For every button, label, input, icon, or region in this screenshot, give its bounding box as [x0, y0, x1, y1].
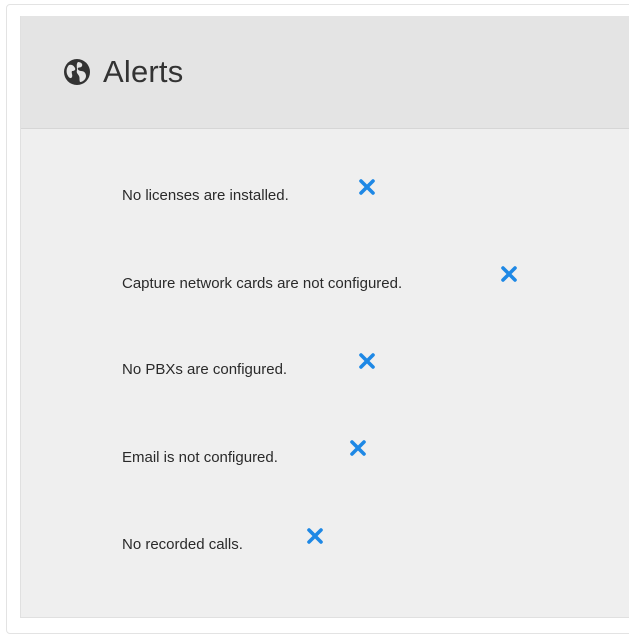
close-icon[interactable]: [498, 263, 520, 285]
alert-text: Capture network cards are not configured…: [122, 274, 403, 292]
globe-icon: [64, 59, 90, 85]
alert-text: No PBXs are configured.: [122, 360, 288, 378]
close-icon[interactable]: [347, 437, 369, 459]
alert-text: No licenses are installed.: [122, 186, 289, 204]
panel-header: Alerts: [21, 16, 629, 129]
alert-item: Email is not configured.: [122, 434, 278, 466]
alert-item: No recorded calls.: [122, 521, 243, 553]
panel-title: Alerts: [103, 54, 184, 89]
alert-item: Capture network cards are not configured…: [122, 260, 403, 292]
alert-item: No licenses are installed.: [122, 172, 289, 204]
close-icon[interactable]: [356, 176, 378, 198]
panel-title-group: Alerts: [63, 52, 183, 92]
close-icon[interactable]: [356, 350, 378, 372]
close-icon[interactable]: [304, 525, 326, 547]
alerts-panel: Alerts No licenses are installed. Captur…: [20, 16, 629, 618]
alert-text: Email is not configured.: [122, 448, 278, 466]
alert-text: No recorded calls.: [122, 535, 243, 553]
alert-item: No PBXs are configured.: [122, 346, 288, 378]
